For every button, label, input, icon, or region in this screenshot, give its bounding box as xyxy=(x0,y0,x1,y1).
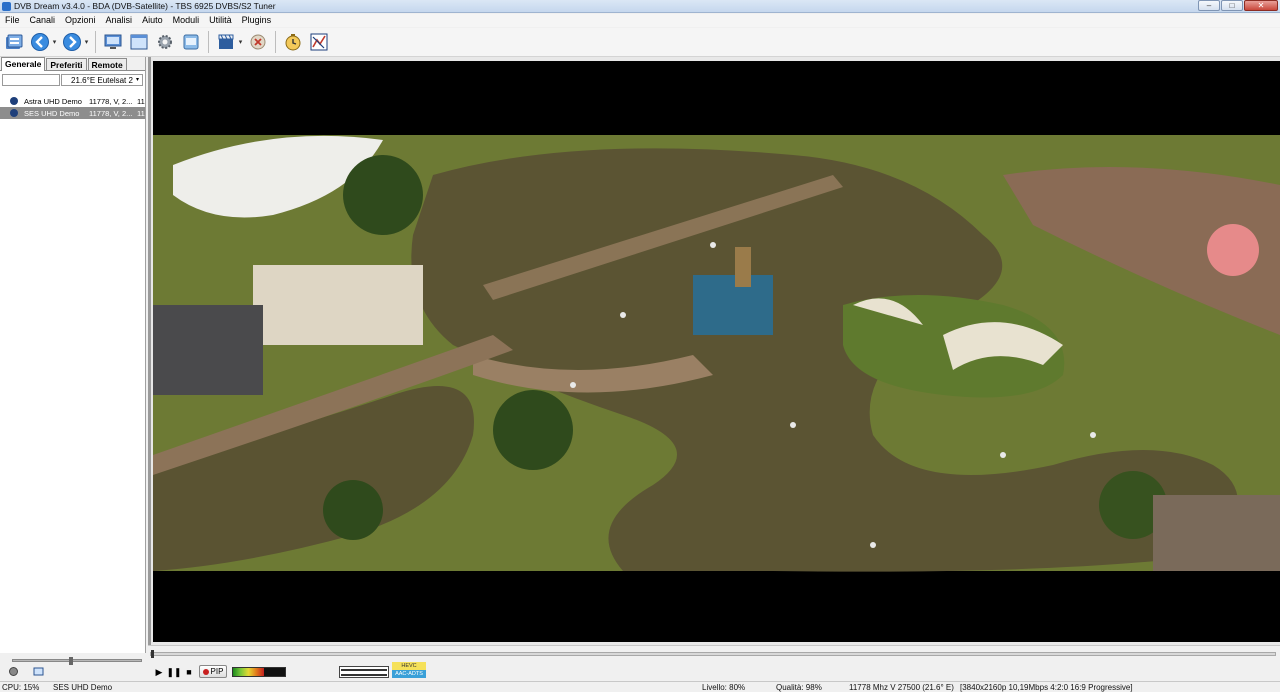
channel-name: SES UHD Demo xyxy=(24,108,80,118)
video-codec: HEVC xyxy=(392,662,426,670)
app-icon xyxy=(2,1,11,11)
play-button[interactable]: ▶ xyxy=(153,666,165,678)
current-channel: SES UHD Demo xyxy=(53,683,113,692)
channel-list: Astra UHD Demo 11778, V, 2... 11 SES UHD… xyxy=(0,95,145,119)
channel-list-icon xyxy=(6,34,23,49)
tv-channel-icon xyxy=(10,109,18,117)
channel-name: Astra UHD Demo xyxy=(24,96,82,106)
satellite-select[interactable]: 21.6°E Eutelsat 2 ▾ xyxy=(61,74,143,86)
window-icon xyxy=(130,34,148,50)
forward-dropdown-icon[interactable]: ▾ xyxy=(83,31,90,53)
panel-tabs: Generale Preferiti Remote xyxy=(0,57,145,71)
quality-bar xyxy=(341,674,387,676)
video-frame-image xyxy=(153,61,1280,642)
seek-bar[interactable] xyxy=(150,650,1276,658)
pause-button[interactable]: ❚❚ xyxy=(166,666,181,678)
tool-icon xyxy=(250,34,266,50)
tab-remote[interactable]: Remote xyxy=(87,58,127,70)
tv-channel-icon xyxy=(10,97,18,105)
video-info: [3840x2160p 10,19Mbps 4:2:0 16:9 Progres… xyxy=(960,683,1133,692)
signal-quality: Qualità: 98% xyxy=(776,683,822,692)
record-dropdown-icon[interactable]: ▾ xyxy=(237,31,244,53)
tab-preferiti[interactable]: Preferiti xyxy=(46,58,87,70)
pip-label: PIP xyxy=(210,667,224,676)
toolbar-separator xyxy=(208,31,209,53)
audio-codec: AAC-ADTS xyxy=(392,670,426,678)
volume-fill xyxy=(233,668,265,676)
channel-info: 11778, V, 2... xyxy=(89,108,133,118)
channel-extra: 11 xyxy=(137,108,145,118)
satellite-row: 21.6°E Eutelsat 2 ▾ xyxy=(0,71,145,87)
satellite-select-value: 21.6°E Eutelsat 2 xyxy=(71,75,133,85)
panel-slider[interactable] xyxy=(12,657,142,665)
signal-meter xyxy=(339,666,389,678)
clapperboard-icon xyxy=(218,34,234,49)
menu-plugins[interactable]: Plugins xyxy=(237,14,277,27)
toolbar-separator xyxy=(275,31,276,53)
title-bar: DVB Dream v3.4.0 - BDA (DVB-Satellite) -… xyxy=(0,0,1280,13)
menu-bar: File Canali Opzioni Analisi Aiuto Moduli… xyxy=(0,14,1280,27)
signal-icon xyxy=(310,33,328,51)
panel-footer xyxy=(0,653,146,681)
playback-controls: ▶ ❚❚ ■ PIP HEVC AAC-ADTS xyxy=(148,645,1280,681)
channel-panel: Generale Preferiti Remote 21.6°E Eutelsa… xyxy=(0,57,146,653)
back-dropdown-icon[interactable]: ▾ xyxy=(51,31,58,53)
minimize-button[interactable]: – xyxy=(1198,0,1220,11)
toolbar-separator xyxy=(95,31,96,53)
pip-button[interactable]: PIP xyxy=(199,665,227,678)
menu-opzioni[interactable]: Opzioni xyxy=(60,14,101,27)
fullscreen-button[interactable] xyxy=(102,31,124,53)
forward-button[interactable] xyxy=(61,31,83,53)
menu-aiuto[interactable]: Aiuto xyxy=(137,14,168,27)
seek-thumb[interactable] xyxy=(151,650,154,658)
stop-record-button[interactable] xyxy=(247,31,269,53)
channel-extra: 11 xyxy=(137,96,145,106)
menu-file[interactable]: File xyxy=(0,14,25,27)
screen-icon xyxy=(183,34,199,50)
tab-generale[interactable]: Generale xyxy=(1,57,46,71)
settings-button[interactable] xyxy=(154,31,176,53)
close-button[interactable]: ✕ xyxy=(1244,0,1278,11)
settings-small-icon[interactable] xyxy=(8,666,19,677)
channel-list-button[interactable] xyxy=(3,31,25,53)
panel-slider-thumb[interactable] xyxy=(69,657,73,665)
dvb-dream-window: DVB Dream v3.4.0 - BDA (DVB-Satellite) -… xyxy=(0,0,1280,692)
window-title: DVB Dream v3.4.0 - BDA (DVB-Satellite) -… xyxy=(14,1,276,11)
video-display[interactable] xyxy=(153,61,1280,642)
signal-analyzer-button[interactable] xyxy=(308,31,330,53)
window-mode-button[interactable] xyxy=(128,31,150,53)
signal-bar xyxy=(341,669,387,671)
monitor-icon xyxy=(104,34,122,49)
forward-arrow-icon xyxy=(63,33,81,51)
status-bar: CPU: 15% SES UHD Demo Livello: 80% Quali… xyxy=(0,681,1280,692)
epg-button[interactable] xyxy=(180,31,202,53)
menu-moduli[interactable]: Moduli xyxy=(168,14,205,27)
back-arrow-icon xyxy=(31,33,49,51)
list-item-selected[interactable]: SES UHD Demo 11778, V, 2... 11 xyxy=(0,107,145,119)
back-button[interactable] xyxy=(29,31,51,53)
cpu-usage: CPU: 15% xyxy=(2,683,40,692)
window-controls: – □ ✕ xyxy=(1198,0,1278,11)
volume-meter[interactable] xyxy=(232,667,286,677)
menu-analisi[interactable]: Analisi xyxy=(101,14,138,27)
menu-utilita[interactable]: Utilità xyxy=(204,14,237,27)
frequency-info: 11778 Mhz V 27500 (21.6° E) xyxy=(849,683,954,692)
record-dot-icon xyxy=(202,668,209,675)
signal-level: Livello: 80% xyxy=(702,683,746,692)
record-button[interactable] xyxy=(215,31,237,53)
menu-canali[interactable]: Canali xyxy=(25,14,61,27)
list-item[interactable]: Astra UHD Demo 11778, V, 2... 11 xyxy=(0,95,145,107)
gear-icon xyxy=(158,35,172,49)
timer-button[interactable] xyxy=(282,31,304,53)
filter-input[interactable] xyxy=(2,74,60,86)
view-mode-icon[interactable] xyxy=(33,666,44,677)
toolbar: ▾ ▾ ▾ xyxy=(0,28,1280,57)
clock-icon xyxy=(285,34,301,51)
channel-info: 11778, V, 2... xyxy=(89,96,133,106)
panel-footer-icons xyxy=(8,666,44,677)
stop-button[interactable]: ■ xyxy=(183,666,195,678)
chevron-down-icon: ▾ xyxy=(135,77,139,83)
maximize-button[interactable]: □ xyxy=(1221,0,1243,11)
codec-badge: HEVC AAC-ADTS xyxy=(392,662,426,679)
